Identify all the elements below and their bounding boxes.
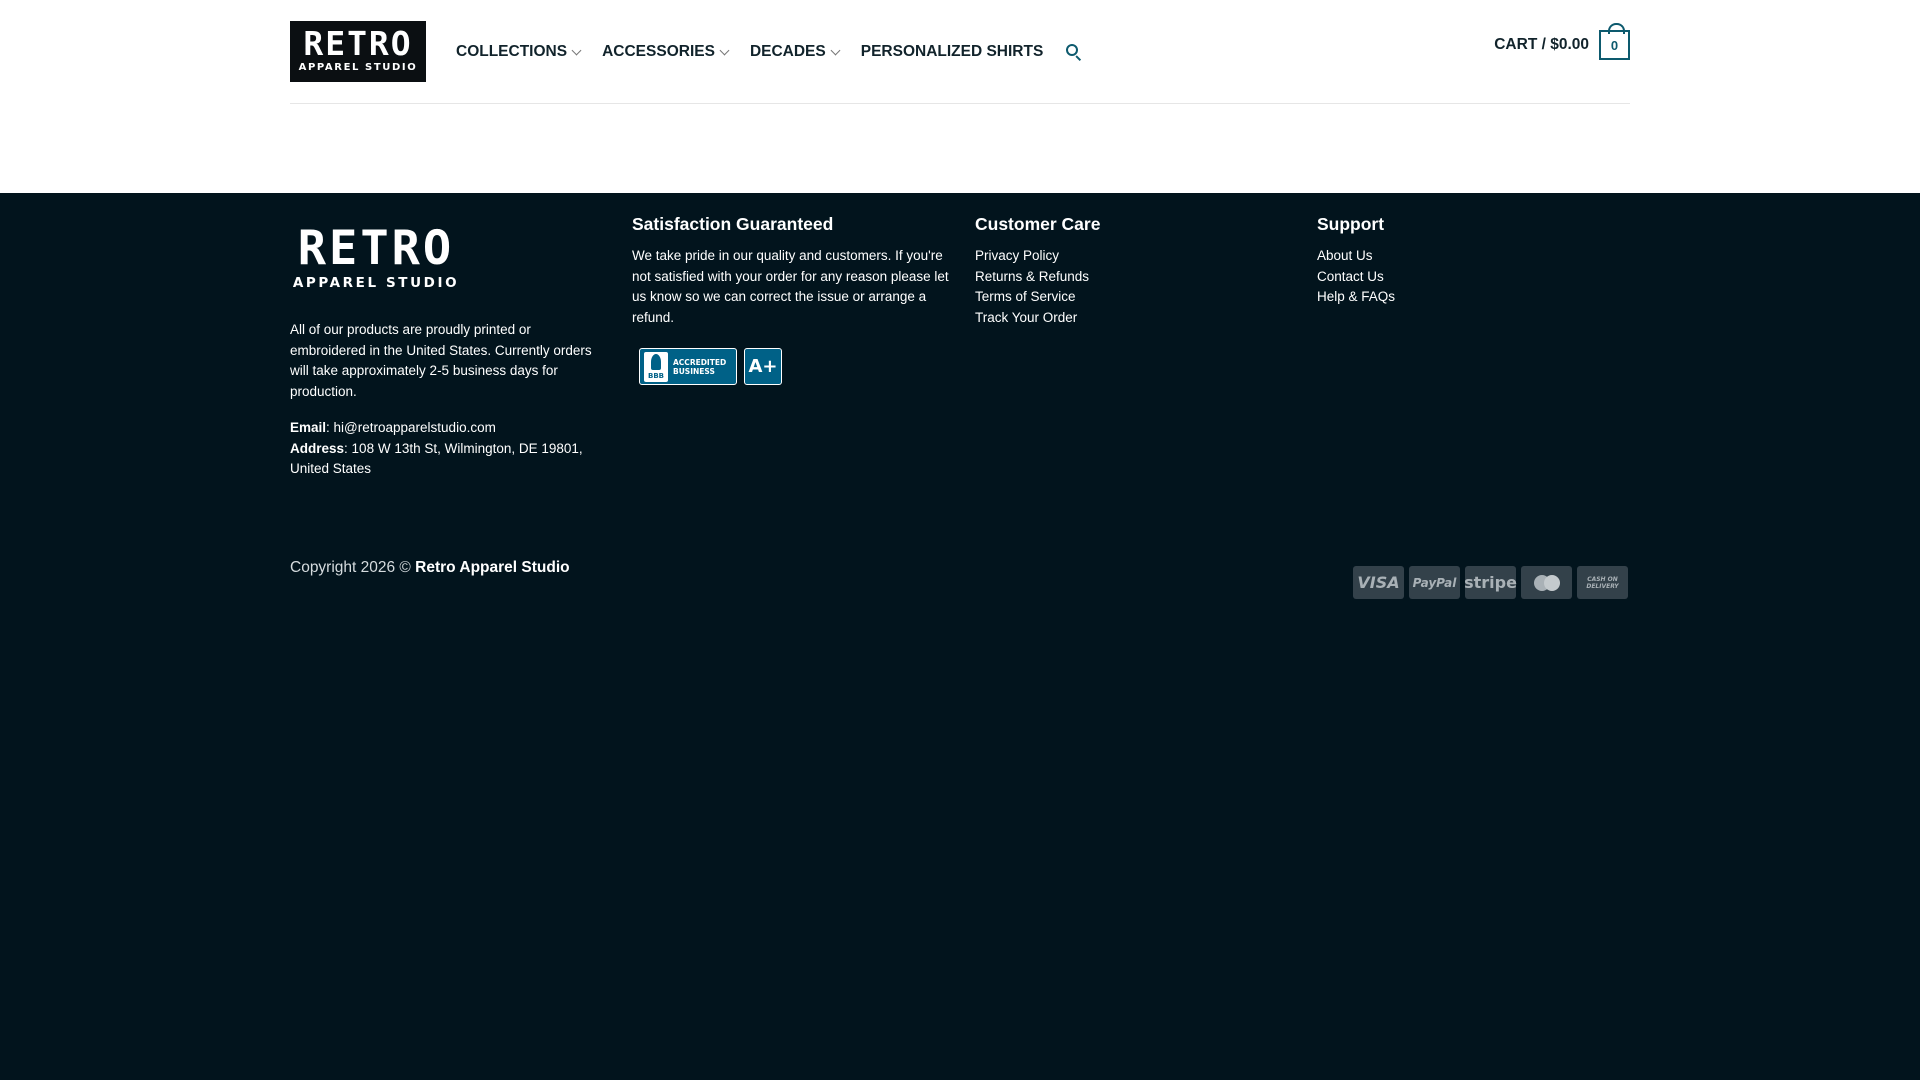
bbb-line1: ACCREDITED [673, 357, 727, 367]
nav-label: ACCESSORIES [602, 43, 715, 60]
email-line: Email: hi@retroapparelstudio.com [290, 420, 496, 435]
cod-line1: CASH ON [1587, 575, 1618, 583]
customer-care-links: Privacy Policy Returns & Refunds Terms o… [975, 246, 1089, 328]
cart-button[interactable]: CART / $0.00 0 [1494, 23, 1630, 60]
link-contact-us[interactable]: Contact Us [1317, 267, 1395, 288]
customer-care-title: Customer Care [975, 214, 1101, 234]
chevron-down-icon [830, 45, 841, 55]
bbb-mark-text: BBB [647, 371, 664, 380]
header-bar: RETRO APPAREL STUDIO COLLECTIONS ACCESSO… [290, 0, 1630, 104]
paypal-icon: PayPal [1409, 566, 1460, 599]
bbb-torch-icon: BBB [644, 351, 668, 382]
bbb-badge[interactable]: BBB ACCREDITED BUSINESS A+ [639, 348, 782, 385]
footer-logo-subtitle: APPAREL STUDIO [292, 275, 460, 291]
link-privacy-policy[interactable]: Privacy Policy [975, 246, 1089, 267]
email-label: Email [290, 420, 327, 435]
address-line: Address: 108 W 13th St, Wilmington, DE 1… [290, 440, 583, 477]
bbb-accredited-text: ACCREDITED BUSINESS [673, 358, 726, 376]
main-nav: COLLECTIONS ACCESSORIES DECADES PERSONAL… [456, 40, 1083, 64]
link-about-us[interactable]: About Us [1317, 246, 1395, 267]
nav-accessories[interactable]: ACCESSORIES [602, 43, 730, 61]
chevron-down-icon [571, 45, 582, 55]
payment-icons: VISA PayPal stripe CASH ON DELIVERY [1353, 566, 1633, 599]
satisfaction-text: We take pride in our quality and custome… [632, 248, 949, 325]
site-footer: RETRO APPAREL STUDIO All of our products… [0, 193, 1920, 1080]
footer-logo: RETRO APPAREL STUDIO [290, 221, 462, 292]
support-links: About Us Contact Us Help & FAQs [1317, 246, 1395, 308]
cart-label: CART / $0.00 [1494, 36, 1589, 53]
footer-logo-wordmark: RETRO [297, 221, 455, 276]
cod-line2: DELIVERY [1586, 582, 1619, 590]
link-terms-of-service[interactable]: Terms of Service [975, 287, 1089, 308]
logo-subtitle: APPAREL STUDIO [298, 62, 418, 73]
contact-info: Email: hi@retroapparelstudio.com Address… [290, 418, 600, 480]
nav-label: DECADES [749, 43, 826, 60]
copyright: Copyright 2026 © Retro Apparel Studio [290, 559, 570, 577]
copyright-brand: Retro Apparel Studio [415, 559, 570, 576]
logo-wordmark: RETRO [303, 24, 413, 63]
mastercard-icon [1521, 566, 1572, 599]
visa-icon: VISA [1353, 566, 1404, 599]
support-title: Support [1317, 214, 1385, 234]
address-label: Address [290, 440, 345, 456]
email-address[interactable]: hi@retroapparelstudio.com [334, 420, 496, 435]
chevron-down-icon [719, 45, 730, 55]
copyright-prefix: Copyright 2026 © [290, 559, 411, 576]
nav-decades[interactable]: DECADES [749, 43, 841, 61]
search-icon[interactable] [1065, 43, 1083, 62]
satisfaction-title: Satisfaction Guaranteed [632, 214, 834, 234]
cart-count: 0 [1610, 37, 1619, 53]
bbb-rating: A+ [744, 348, 782, 385]
cash-on-delivery-icon: CASH ON DELIVERY [1577, 566, 1628, 599]
link-help-faqs[interactable]: Help & FAQs [1317, 287, 1395, 308]
link-returns-refunds[interactable]: Returns & Refunds [975, 267, 1089, 288]
about-description: All of our products are proudly printed … [290, 322, 592, 399]
bbb-line2: BUSINESS [673, 366, 715, 376]
bbb-accredited-badge: BBB ACCREDITED BUSINESS [639, 348, 737, 385]
nav-personalized-shirts[interactable]: PERSONALIZED SHIRTS [861, 43, 1044, 61]
nav-collections[interactable]: COLLECTIONS [456, 43, 582, 61]
site-logo[interactable]: RETRO APPAREL STUDIO [290, 21, 426, 82]
nav-label: PERSONALIZED SHIRTS [860, 43, 1044, 60]
stripe-icon: stripe [1464, 566, 1517, 599]
link-track-order[interactable]: Track Your Order [975, 308, 1089, 329]
nav-label: COLLECTIONS [456, 43, 568, 60]
cart-bag-icon: 0 [1599, 23, 1630, 60]
site-header: RETRO APPAREL STUDIO COLLECTIONS ACCESSO… [0, 0, 1920, 193]
